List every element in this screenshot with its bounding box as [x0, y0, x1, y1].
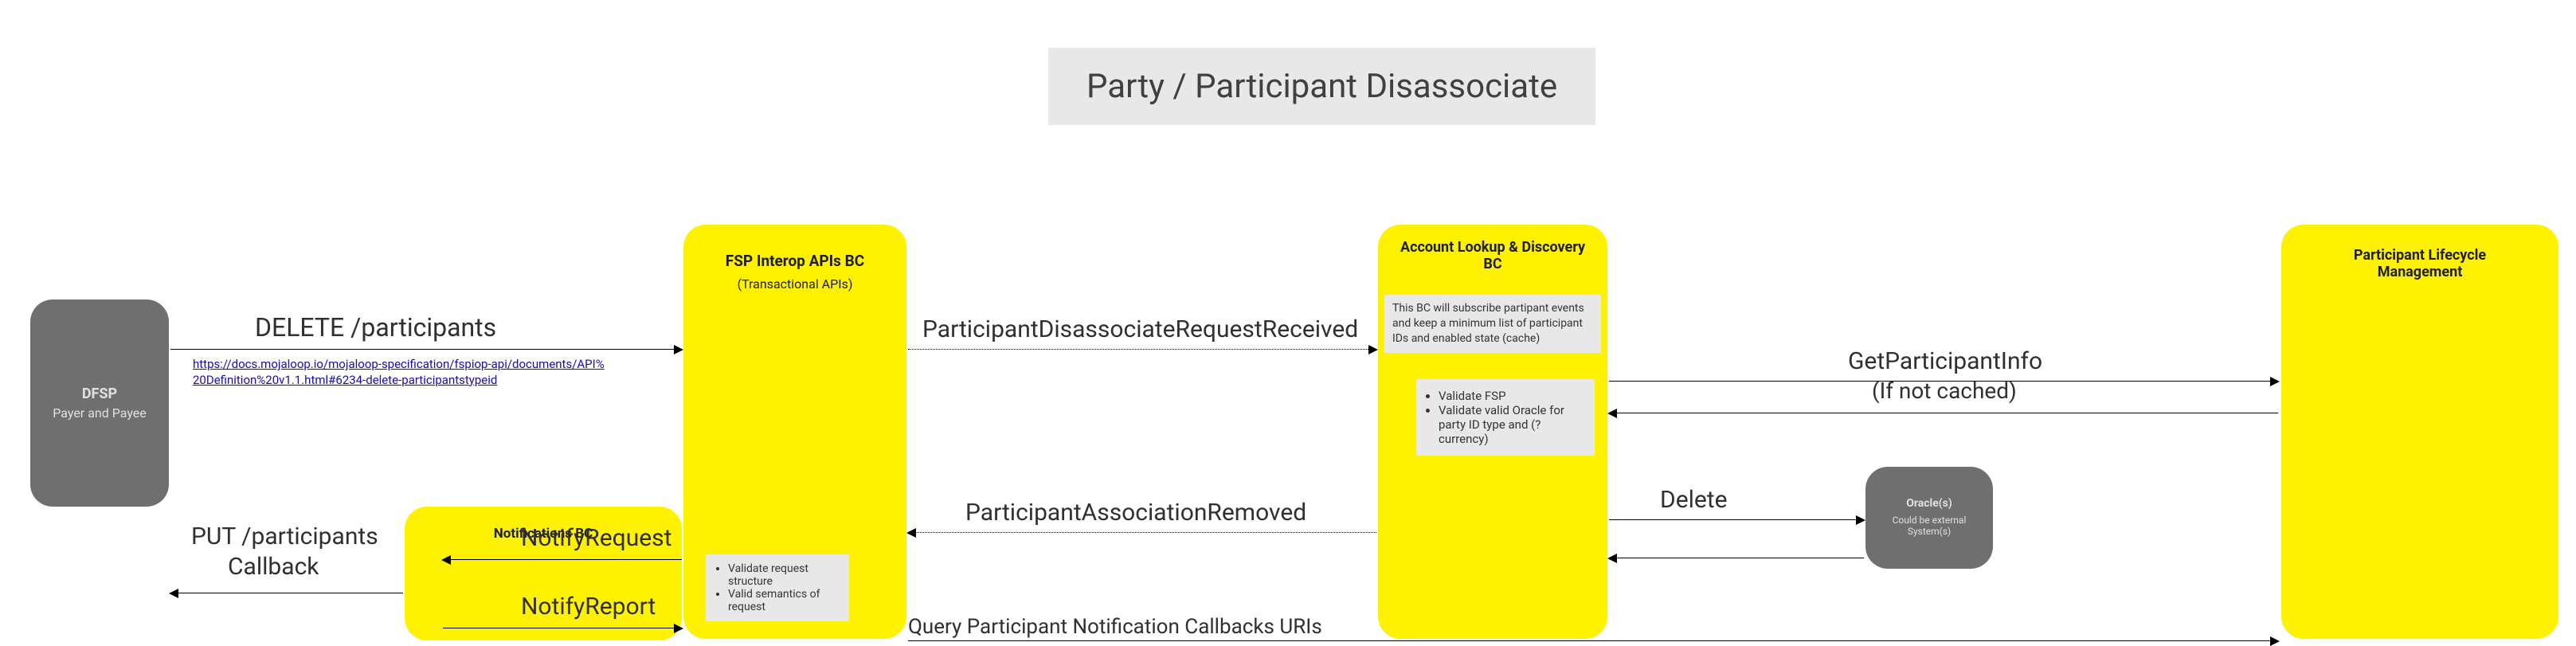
label-query-callbacks: Query Participant Notification Callbacks… [908, 615, 1322, 639]
arrow-delete-participants [170, 349, 682, 350]
link-spec-url[interactable]: https://docs.mojaloop.io/mojaloop-specif… [193, 357, 607, 388]
arrow-req-received [908, 349, 1376, 350]
label-assoc-removed: ParticipantAssociationRemoved [965, 499, 1306, 527]
al-note-item-2: Validate valid Oracle for party ID type … [1439, 403, 1587, 446]
node-account-lookup: Account Lookup & Discovery BC This BC wi… [1378, 225, 1607, 639]
dfsp-subtitle: Payer and Payee [53, 405, 147, 421]
node-dfsp: DFSP Payer and Payee [30, 300, 169, 507]
label-put-callback-2: Callback [228, 553, 319, 581]
link-text-content: https://docs.mojaloop.io/mojaloop-specif… [193, 357, 605, 387]
node-plm: Participant Lifecycle Management [2281, 225, 2558, 639]
label-notify-request: NotifyRequest [521, 524, 671, 552]
node-fsp-interop: FSP Interop APIs BC (Transactional APIs)… [683, 225, 906, 639]
al-note-item-1: Validate FSP [1439, 389, 1587, 403]
account-lookup-note-items: Validate FSP Validate valid Oracle for p… [1416, 379, 1595, 456]
label-req-received: ParticipantDisassociateRequestReceived [922, 315, 1358, 343]
label-delete: Delete [1660, 486, 1728, 514]
label-get-participant-info: GetParticipantInfo [1848, 347, 2042, 375]
arrow-get-participant-info [1609, 381, 2278, 382]
oracles-subtitle: Could be external System(s) [1865, 515, 1993, 537]
node-oracles: Oracle(s) Could be external System(s) [1865, 467, 1993, 569]
fsp-interop-title: FSP Interop APIs BC [726, 252, 864, 270]
fsp-interop-note: Validate request structure Valid semanti… [706, 554, 849, 621]
arrow-assoc-removed [908, 532, 1376, 533]
diagram-title: Party / Participant Disassociate [1048, 48, 1595, 125]
label-notify-report: NotifyReport [521, 593, 656, 621]
arrow-delete [1609, 519, 1864, 520]
label-put-callback-1: PUT /participants [191, 523, 378, 550]
account-lookup-note-text-content: This BC will subscribe partipant events … [1392, 302, 1584, 345]
oracles-title: Oracle(s) [1906, 497, 1952, 510]
account-lookup-note-text: This BC will subscribe partipant events … [1384, 295, 1601, 353]
account-lookup-title: Account Lookup & Discovery BC [1378, 239, 1607, 272]
label-delete-participants: DELETE /participants [255, 312, 496, 343]
fsp-interop-subtitle: (Transactional APIs) [738, 276, 853, 292]
arrow-query-callbacks [908, 640, 2278, 641]
plm-title: Participant Lifecycle Management [2281, 247, 2558, 280]
arrow-notify-request [443, 559, 682, 560]
fsp-note-item-2: Valid semantics of request [728, 588, 841, 613]
dfsp-title: DFSP [82, 386, 117, 402]
title-text: Party / Participant Disassociate [1086, 67, 1557, 106]
fsp-note-item-1: Validate request structure [728, 562, 841, 588]
